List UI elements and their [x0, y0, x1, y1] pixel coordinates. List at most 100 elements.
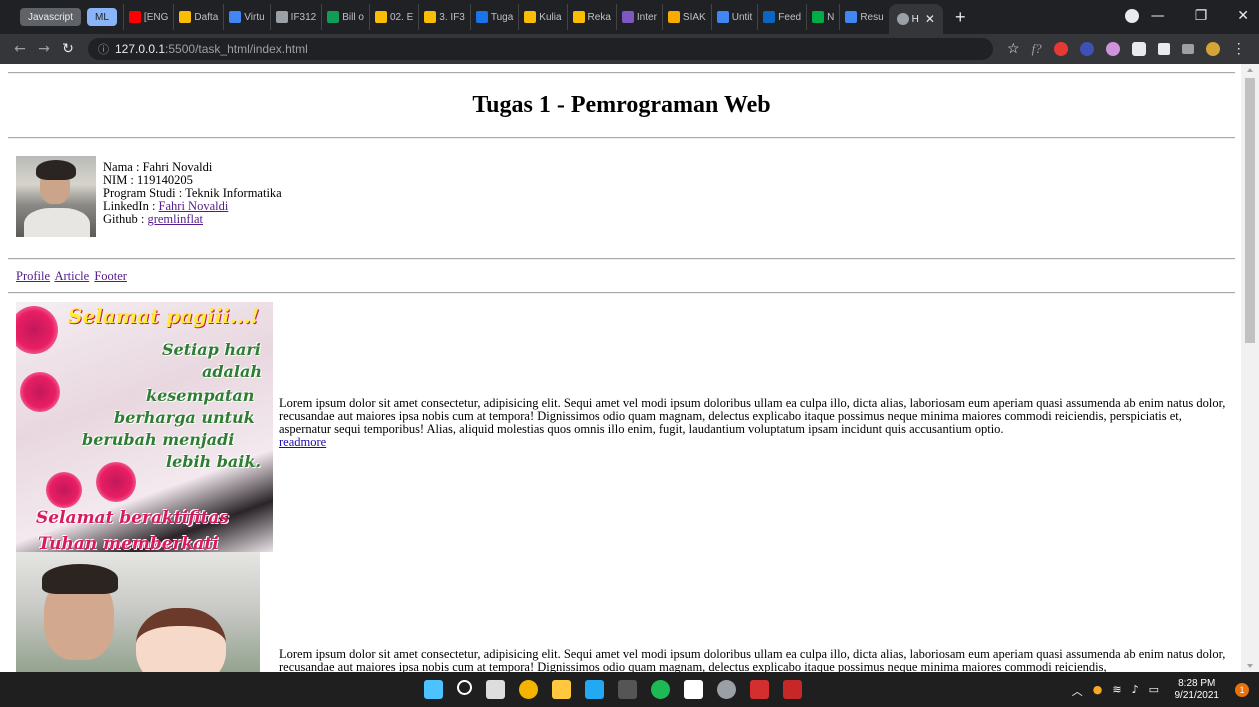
extension-icon[interactable] — [1131, 42, 1146, 56]
tab-favicon-icon — [374, 11, 387, 23]
browser-tab[interactable]: IF312 — [269, 4, 322, 30]
nav-article-link[interactable]: Article — [54, 269, 89, 283]
tab-label: Tuga — [490, 11, 514, 23]
divider — [8, 258, 1235, 260]
browser-tab[interactable]: Dafta — [173, 4, 223, 30]
tab-favicon-icon — [475, 11, 488, 23]
profile-photo — [16, 156, 96, 237]
forward-icon[interactable]: → — [32, 41, 56, 57]
search-icon[interactable] — [457, 680, 472, 695]
tab-group-javascript[interactable]: Javascript — [20, 8, 82, 26]
tab-label: N — [827, 11, 835, 23]
show-hidden-icon[interactable]: ︿ — [1072, 683, 1083, 699]
vscode-icon[interactable] — [585, 680, 604, 699]
tab-group-ml[interactable]: ML — [87, 8, 117, 26]
notification-badge[interactable]: 1 — [1235, 683, 1249, 697]
globe-icon — [896, 13, 909, 25]
puzzle-extensions-icon[interactable] — [1157, 43, 1170, 55]
settings-icon[interactable] — [717, 680, 736, 699]
notion-icon[interactable] — [684, 680, 703, 699]
article-paragraph-1: Lorem ipsum dolor sit amet consectetur, … — [279, 397, 1235, 449]
article-paragraph-2: Lorem ipsum dolor sit amet consectetur, … — [279, 648, 1235, 673]
browser-tab[interactable]: 02. E — [368, 4, 418, 30]
back-icon[interactable]: ← — [8, 41, 32, 57]
profile-avatar[interactable] — [1205, 42, 1220, 56]
browser-tab[interactable]: N — [806, 4, 839, 30]
new-tab-button[interactable]: + — [955, 7, 966, 28]
bio-linkedin-label: LinkedIn : — [103, 199, 159, 213]
active-tab[interactable]: H ✕ — [888, 4, 943, 34]
bio-github: Github : gremlinflat — [103, 213, 282, 226]
browser-tab[interactable]: Virtu — [223, 4, 269, 30]
tab-label: Bill o — [342, 11, 364, 23]
browser-tab[interactable]: Kulia — [518, 4, 566, 30]
chrome-icon[interactable] — [519, 680, 538, 699]
bookmark-star-icon[interactable]: ☆ — [1007, 41, 1020, 58]
article-image-1: Selamat pagiii...! Setiap hari adalah ke… — [16, 302, 273, 552]
browser-tab[interactable]: Untit — [710, 4, 758, 30]
minimize-icon[interactable]: — — [1151, 8, 1165, 24]
battery-icon[interactable]: ▭ — [1149, 683, 1159, 699]
spotify-icon[interactable] — [651, 680, 670, 699]
browser-tab[interactable]: Feed — [757, 4, 806, 30]
divider — [8, 137, 1235, 139]
linkedin-link[interactable]: Fahri Novaldi — [159, 199, 229, 213]
reading-list-icon[interactable] — [1181, 44, 1194, 54]
divider — [8, 292, 1235, 294]
github-link[interactable]: gremlinflat — [147, 212, 203, 226]
formula-extension-icon[interactable]: f? — [1032, 41, 1042, 57]
winrar-icon[interactable] — [783, 680, 802, 699]
browser-tab[interactable]: 3. IF3 — [418, 4, 470, 30]
tab-label: SIAK — [682, 11, 706, 23]
bio-block: Nama : Fahri Novaldi NIM : 119140205 Pro… — [103, 161, 282, 226]
browser-tab[interactable]: Bill o — [321, 4, 369, 30]
tab-search-icon[interactable] — [1125, 9, 1139, 23]
readmore-link[interactable]: readmore — [279, 435, 326, 449]
image-text-3: adalah — [202, 362, 262, 381]
nav-footer-link[interactable]: Footer — [94, 269, 127, 283]
image-text-8: Selamat beraktifitas — [36, 508, 229, 528]
file-explorer-icon[interactable] — [552, 680, 571, 699]
tab-favicon-icon — [424, 11, 437, 23]
page-scrollbar[interactable] — [1241, 64, 1259, 672]
nav-profile-link[interactable]: Profile — [16, 269, 50, 283]
scroll-down-icon[interactable] — [1247, 664, 1253, 668]
scrollbar-thumb[interactable] — [1245, 78, 1255, 343]
image-text-7: lebih baik. — [166, 452, 262, 471]
wifi-icon[interactable]: ≋ — [1112, 683, 1121, 699]
browser-tab[interactable]: SIAK — [661, 4, 711, 30]
page-viewport: Tugas 1 - Pemrograman Web Nama : Fahri N… — [0, 64, 1259, 672]
close-tab-icon[interactable]: ✕ — [925, 12, 935, 26]
address-toolbar: ← → ↻ ⓘ 127.0.0.1 :5500/task_html/index.… — [0, 34, 1259, 64]
tab-favicon-icon — [845, 11, 858, 23]
scroll-up-icon[interactable] — [1247, 68, 1253, 72]
browser-tab[interactable]: Reka — [566, 4, 616, 30]
url-input[interactable]: ⓘ 127.0.0.1 :5500/task_html/index.html — [88, 38, 993, 60]
browser-tab[interactable]: Tuga — [469, 4, 518, 30]
browser-tab[interactable]: Inter — [615, 4, 662, 30]
browser-tab[interactable]: [ENG — [122, 4, 173, 30]
extension-icon[interactable] — [1079, 42, 1094, 56]
restore-icon[interactable]: ❐ — [1195, 8, 1208, 24]
browser-tab-bar: Javascript ML [ENG Dafta Virtu IF312 Bill o 0… — [0, 0, 1259, 34]
acrobat-icon[interactable] — [750, 680, 769, 699]
browser-tab[interactable]: Resu — [839, 4, 888, 30]
windows-start-icon[interactable] — [424, 680, 443, 699]
reload-icon[interactable]: ↻ — [56, 41, 80, 57]
volume-icon[interactable]: ♪ — [1132, 683, 1139, 699]
task-view-icon[interactable] — [486, 680, 505, 699]
menu-icon[interactable]: ⋮ — [1232, 41, 1246, 58]
microphone-icon[interactable]: ● — [1093, 683, 1103, 699]
tab-label: Reka — [587, 11, 611, 23]
windows-taskbar: ︿ ● ≋ ♪ ▭ 8:28 PM 9/21/2021 1 — [0, 672, 1259, 707]
clock[interactable]: 8:28 PM 9/21/2021 — [1175, 678, 1220, 702]
extension-icon[interactable] — [1105, 42, 1120, 56]
adblock-extension-icon[interactable] — [1053, 42, 1068, 56]
close-window-icon[interactable]: ✕ — [1237, 8, 1249, 24]
bio-github-label: Github : — [103, 212, 148, 226]
tab-favicon-icon — [524, 11, 537, 23]
image-text-1: Selamat pagiii...! — [68, 304, 260, 328]
terminal-icon[interactable] — [618, 680, 637, 699]
tab-label: IF312 — [290, 11, 317, 23]
info-icon[interactable]: ⓘ — [98, 41, 109, 57]
